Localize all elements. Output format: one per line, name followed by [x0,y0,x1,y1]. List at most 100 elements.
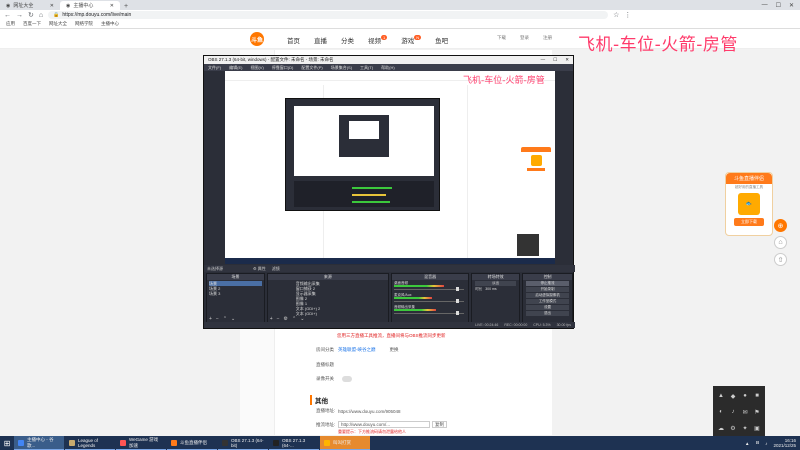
forward-arrow-icon[interactable]: → [16,12,23,19]
copy-select[interactable]: 复制 [432,421,447,428]
menu-dots-icon[interactable]: ⋮ [624,11,631,19]
side-home-icon[interactable]: ⌂ [774,236,787,249]
taskbar-item-wegame[interactable]: WeGame 游戏加速 [116,436,166,450]
minimize-button[interactable]: — [762,2,768,8]
maximize-button[interactable]: ☐ [776,2,781,9]
obs-minimize-button[interactable]: — [541,57,546,63]
taskbar-item-obs-2[interactable]: OBS 27.1.3 (64-... [269,436,319,450]
obs-window[interactable]: OBS 27.1.3 (64-bit, windows) - 配置文件: 未命名… [203,55,575,329]
volume-knob[interactable] [455,287,459,291]
new-tab-button[interactable]: + [120,3,132,10]
side-top-icon[interactable]: ⇧ [774,253,787,266]
volume-slider[interactable] [393,301,464,302]
tray-icon[interactable]: ☁ [716,421,726,435]
exit-button[interactable]: 退出 [526,311,569,316]
volume-slider[interactable] [393,313,464,314]
tray-icon[interactable]: ▲ [716,389,726,403]
obs-menu-scenecollection[interactable]: 场景集合(S) [331,65,352,71]
obs-titlebar: OBS 27.1.3 (64-bit, windows) - 配置文件: 未命名… [204,56,573,64]
record-toggle[interactable] [342,376,352,382]
companion-ad[interactable]: 斗鱼直播伴侣 超好用的直播工具 🐟 立即下载 [725,172,773,236]
register-link[interactable]: 注册 [543,35,552,41]
volume-slider[interactable] [393,289,464,290]
close-window-button[interactable]: ✕ [789,2,794,9]
tray-icon[interactable]: ♪ [728,405,738,419]
bookmark-hao[interactable]: 网址大全 [49,21,67,27]
filters-button[interactable]: 滤镜 [272,266,280,272]
address-bar[interactable]: 🔒 https://mp.douyu.com/live/main [48,11,609,19]
obs-maximize-button[interactable]: ☐ [553,57,557,63]
nav-yuba[interactable]: 鱼吧 [435,35,448,45]
nav-home[interactable]: 首页 [287,35,300,45]
obs-menu-file[interactable]: 文件(F) [208,65,221,71]
obs-menu-tools[interactable]: 工具(T) [360,65,373,71]
taskbar-item-lol[interactable]: League of Legends [65,436,115,450]
volume-knob[interactable] [455,311,459,315]
studio-mode-button[interactable]: 工作室模式 [526,299,569,304]
reload-icon[interactable]: ↻ [28,11,34,19]
browser-tab-1[interactable]: ◉ 主播中心 ✕ [60,1,120,10]
browser-tab-0[interactable]: ◉ 网址大全 ✕ [0,1,60,10]
live-timer: LIVE: 00:24:46 [475,323,499,327]
duration-input[interactable]: 300 ms [485,287,496,292]
tray-icon[interactable]: ▣ [752,421,762,435]
change-category-link[interactable]: 更换 [390,347,399,353]
controls-dock: 控制 停止推流 开始录制 启动虚拟摄像机 工作室模式 设置 退出 [522,273,573,323]
taskbar-item-douyu[interactable]: 斗鱼直播伴侣 [167,436,217,450]
push-url-input[interactable]: http://www.douyu.com/... [338,421,430,428]
tray-icon[interactable]: ■ [752,389,762,403]
bookmark-baidu[interactable]: 百度一下 [23,21,41,27]
transition-select[interactable]: 淡出 [475,281,517,286]
obs-source-toolbar: 未选择源 ⚙ 属性 滤镜 [204,265,575,272]
taskbar-item-tip[interactable]: 叫叫打赏 [320,436,370,450]
tray-icon[interactable]: ✦ [740,421,750,435]
tray-icon[interactable]: ● [740,389,750,403]
stop-stream-button[interactable]: 停止推流 [526,281,569,286]
download-link[interactable]: 下载 [497,35,506,41]
side-toolbar: ⊕ ⌂ ⇧ [774,219,787,266]
nav-game[interactable]: 游戏N [401,35,422,45]
close-tab-icon[interactable]: ✕ [50,3,54,9]
douyu-logo[interactable]: 斗鱼 [242,31,272,47]
tray-icon[interactable]: ◐ [716,405,726,419]
close-tab-icon[interactable]: ✕ [110,3,114,9]
virtual-camera-button[interactable]: 启动虚拟摄像机 [526,293,569,298]
tray-arrow-icon[interactable]: ▲ [745,441,749,446]
home-icon[interactable]: ⌂ [39,12,43,19]
nested-obs-docks [294,181,434,207]
system-clock[interactable]: 16:16 2021/12/25 [773,438,796,448]
properties-button[interactable]: ⚙ 属性 [253,266,266,272]
taskbar-item-chrome[interactable]: 主播中心 - 谷歌... [14,436,64,450]
bookmark-netschool[interactable]: 网络学院 [75,21,93,27]
obs-menu-profile[interactable]: 配置文件(P) [301,65,322,71]
login-link[interactable]: 登录 [520,35,529,41]
start-recording-button[interactable]: 开始录制 [526,287,569,292]
settings-button[interactable]: 设置 [526,305,569,310]
rec-timer: REC: 00:00:00 [504,323,528,327]
tray-icon[interactable]: ◆ [728,389,738,403]
volume-icon[interactable]: ♪ [765,441,767,446]
bookmark-anchor-center[interactable]: 主播中心 [101,21,119,27]
tray-icon[interactable]: ✉ [740,405,750,419]
tray-icon[interactable]: ⚑ [752,405,762,419]
back-arrow-icon[interactable]: ← [4,12,11,19]
nav-category[interactable]: 分类 [341,35,354,45]
obs-menu-docks[interactable]: 停靠窗口(D) [272,65,294,71]
bookmark-apps[interactable]: 应用 [6,21,15,27]
scene-item[interactable]: 场景 3 [209,291,262,296]
side-plus-icon[interactable]: ⊕ [774,219,787,232]
network-icon[interactable]: ⊟ [755,440,759,446]
volume-knob[interactable] [455,299,459,303]
obs-menu-edit[interactable]: 编辑(E) [229,65,242,71]
category-link[interactable]: 英雄联盟-峡谷之巅 [338,347,376,353]
obs-menu-view[interactable]: 视图(V) [250,65,263,71]
obs-menu-help[interactable]: 帮助(H) [381,65,395,71]
nav-video[interactable]: 视频1 [368,35,388,45]
windows-start-icon[interactable]: ⊞ [0,436,14,450]
obs-close-button[interactable]: ✕ [565,57,569,63]
ad-download-button[interactable]: 立即下载 [734,218,764,226]
nav-live[interactable]: 直播 [314,35,327,45]
star-icon[interactable]: ☆ [613,11,619,19]
tray-icon[interactable]: ⚙ [728,421,738,435]
taskbar-item-obs-1[interactable]: OBS 27.1.3 (64-bit) [218,436,268,450]
